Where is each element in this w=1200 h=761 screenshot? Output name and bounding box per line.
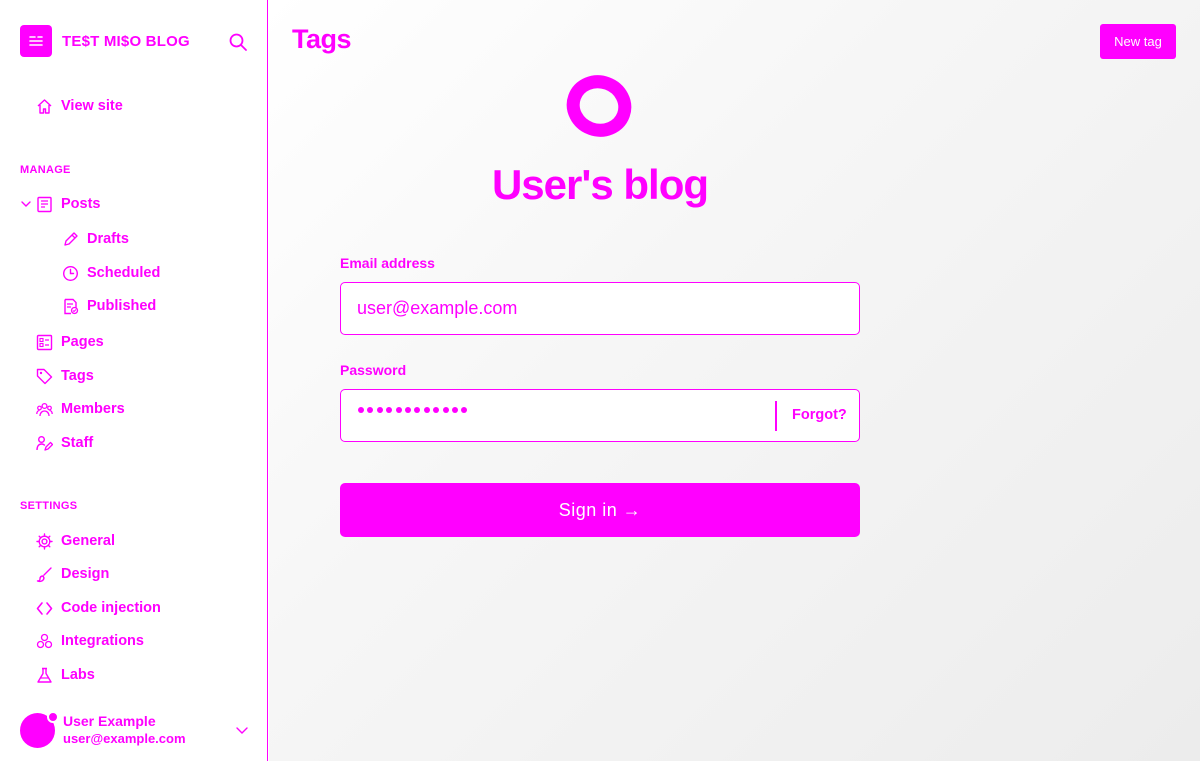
sidebar-item-label: Tags — [61, 368, 94, 384]
code-icon — [36, 601, 53, 615]
password-dot — [404, 407, 411, 413]
sign-in-button[interactable]: Sign in → — [340, 483, 860, 537]
tag-icon — [36, 368, 53, 384]
sidebar-item-label: Staff — [61, 435, 94, 451]
password-label: Password — [340, 362, 407, 378]
password-dot — [414, 407, 421, 413]
sidebar-item-published[interactable]: Published — [62, 295, 156, 317]
sidebar-item-label: Code injection — [61, 600, 161, 616]
logo-ring-icon — [566, 75, 634, 144]
password-dot — [451, 407, 458, 413]
blog-title: User's blog — [491, 161, 709, 208]
sidebar-item-view-site[interactable]: View site — [36, 95, 123, 117]
flask-icon — [37, 667, 52, 683]
published-icon — [64, 298, 79, 314]
members-icon — [36, 402, 53, 416]
brush-icon — [36, 566, 52, 582]
user-info: User Example user@example.com — [63, 713, 186, 747]
sidebar-item-members[interactable]: Members — [36, 398, 125, 420]
user-email: user@example.com — [63, 731, 186, 746]
password-dot — [442, 407, 449, 413]
clock-icon — [62, 265, 79, 281]
password-dot — [376, 407, 383, 413]
divider — [775, 401, 777, 431]
sidebar-item-posts[interactable]: Posts — [20, 193, 101, 215]
password-dot — [358, 407, 364, 413]
email-field-box — [340, 282, 860, 335]
sidebar-item-label: View site — [61, 98, 123, 114]
password-dot — [433, 407, 440, 413]
sidebar-item-pages[interactable]: Pages — [36, 331, 104, 353]
site-title[interactable]: TE$T MI$O BLOG — [62, 33, 190, 50]
posts-icon — [37, 196, 52, 212]
email-label: Email address — [340, 255, 435, 271]
sidebar-toggle-icon[interactable] — [20, 25, 52, 57]
password-dot — [367, 407, 374, 413]
user-name: User Example — [63, 713, 156, 729]
gear-icon — [36, 532, 53, 550]
new-tag-button[interactable]: New tag — [1100, 24, 1176, 59]
password-dot — [395, 407, 402, 413]
sidebar-item-general[interactable]: General — [36, 530, 115, 552]
password-dot — [386, 407, 393, 413]
chevron-down-icon[interactable] — [20, 198, 32, 210]
sidebar-item-scheduled[interactable]: Scheduled — [62, 262, 160, 284]
sidebar: TE$T MI$O BLOG View site MANAGE Posts Dr… — [0, 0, 268, 761]
user-menu[interactable]: User Example user@example.com — [20, 710, 250, 750]
section-title-settings: SETTINGS — [20, 500, 78, 512]
sidebar-item-staff[interactable]: Staff — [36, 432, 93, 454]
staff-icon — [36, 435, 53, 451]
page-title: Tags — [292, 24, 352, 54]
sidebar-item-label: Scheduled — [87, 265, 161, 281]
sidebar-item-label: Published — [87, 298, 157, 314]
sidebar-item-tags[interactable]: Tags — [36, 365, 94, 387]
brand[interactable]: TE$T MI$O BLOG — [20, 25, 190, 57]
sidebar-item-label: Pages — [61, 334, 104, 350]
password-field[interactable]: Forgot? — [340, 389, 860, 442]
sidebar-item-label: Posts — [61, 196, 101, 212]
password-value — [358, 407, 468, 413]
email-field[interactable] — [341, 283, 859, 334]
sidebar-item-labs[interactable]: Labs — [36, 664, 95, 686]
sidebar-item-label: Drafts — [87, 231, 129, 247]
chevron-down-icon[interactable] — [234, 722, 250, 738]
sidebar-item-label: Design — [61, 566, 110, 582]
password-dot — [461, 407, 468, 413]
password-dot — [423, 407, 430, 413]
sidebar-item-code-injection[interactable]: Code injection — [36, 597, 161, 619]
main-content: Tags New tag User's blog Email address P… — [269, 0, 1200, 761]
sidebar-item-integrations[interactable]: Integrations — [36, 630, 144, 652]
sidebar-item-drafts[interactable]: Drafts — [62, 228, 129, 250]
section-title-manage: MANAGE — [20, 164, 71, 176]
sidebar-item-label: General — [61, 533, 115, 549]
search-icon[interactable] — [226, 30, 250, 54]
home-icon — [37, 98, 52, 114]
pencil-icon — [64, 231, 78, 246]
sidebar-item-design[interactable]: Design — [36, 563, 109, 585]
sidebar-item-label: Members — [61, 401, 125, 417]
avatar[interactable] — [20, 710, 59, 748]
pages-icon — [36, 334, 53, 350]
forgot-password-button[interactable]: Forgot? — [792, 407, 847, 423]
sidebar-item-label: Labs — [61, 667, 95, 683]
integrations-icon — [36, 633, 53, 648]
sidebar-item-label: Integrations — [61, 633, 144, 649]
status-dot — [47, 710, 59, 723]
